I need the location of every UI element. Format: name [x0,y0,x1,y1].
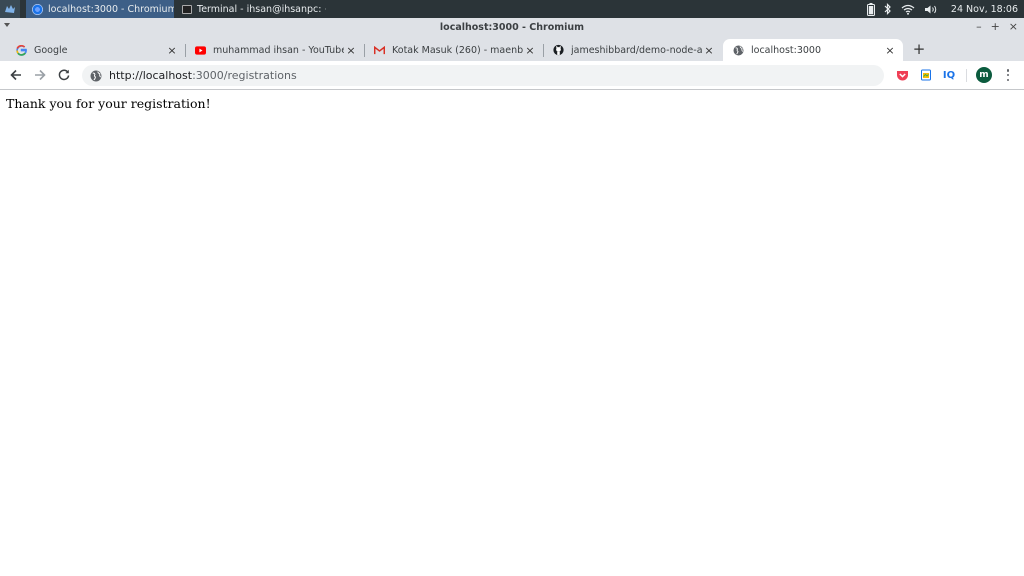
chromium-icon [32,3,43,15]
url-path: :3000/registrations [192,69,297,82]
extension-iq-button[interactable]: IQ [942,68,956,82]
registration-confirmation-text: Thank you for your registration! [6,96,211,111]
volume-icon[interactable] [924,4,938,15]
dot-icon [1006,73,1010,77]
bluetooth-icon[interactable] [884,3,892,15]
tab-close-button[interactable]: × [883,44,897,57]
close-window-button[interactable]: × [1009,20,1018,33]
maximize-button[interactable]: + [991,20,1000,33]
dot-icon [1006,78,1010,81]
browser-toolbar: http://localhost:3000/registrations IQ m [0,61,1024,90]
tab-title: muhammad ihsan - YouTube [213,44,344,56]
battery-icon[interactable] [866,2,875,16]
wifi-icon[interactable] [901,4,915,15]
address-bar[interactable]: http://localhost:3000/registrations [82,65,884,86]
clock[interactable]: 24 Nov, 18:06 [951,4,1018,15]
tab-close-button[interactable]: × [702,44,716,57]
youtube-icon [195,45,206,56]
tab-strip: Google × muhammad ihsan - YouTube × Kota… [0,37,1024,61]
window-controls: – + × [976,20,1018,33]
reload-button[interactable] [56,67,72,83]
taskbar-item-label: Terminal - ihsan@ihsanpc: ~... [197,3,326,15]
dot-icon [1006,69,1010,72]
notes-extension-icon [921,69,931,81]
tab-google[interactable]: Google × [0,39,185,61]
extension-keep-button[interactable] [919,68,933,82]
profile-avatar[interactable]: m [976,67,992,83]
tab-title: Kotak Masuk (260) - maenbos3 [392,44,523,56]
gmail-icon [374,45,385,56]
page-content: Thank you for your registration! [0,91,1024,576]
window-title: localhost:3000 - Chromium [439,22,585,33]
terminal-icon [182,4,192,14]
toolbar-separator [966,69,967,82]
taskbar-item-terminal[interactable]: Terminal - ihsan@ihsanpc: ~... [176,0,326,18]
github-icon [553,44,564,56]
tab-gmail[interactable]: Kotak Masuk (260) - maenbos3 × [365,39,543,61]
url-host: http://localhost [109,69,193,82]
window-titlebar[interactable]: localhost:3000 - Chromium – + × [0,18,1024,37]
extension-pocket-button[interactable] [895,68,909,82]
tab-close-button[interactable]: × [165,44,179,57]
globe-icon [733,45,744,56]
tab-close-button[interactable]: × [344,44,358,57]
back-button[interactable] [8,67,24,83]
new-tab-button[interactable]: + [911,40,927,58]
tab-close-button[interactable]: × [523,44,537,57]
url-text[interactable]: http://localhost:3000/registrations [109,69,297,82]
arrow-right-icon [35,69,46,81]
minimize-button[interactable]: – [976,20,982,33]
google-icon [16,44,27,56]
tab-title: localhost:3000 [751,44,822,56]
window-menu-icon[interactable] [4,23,10,27]
app-menu-button[interactable] [0,0,20,18]
browser-menu-button[interactable] [1003,68,1013,82]
tab-youtube[interactable]: muhammad ihsan - YouTube × [186,39,364,61]
system-panel: localhost:3000 - Chromium Terminal - ihs… [0,0,1024,18]
pocket-icon [896,70,908,80]
taskbar-item-chromium[interactable]: localhost:3000 - Chromium [26,0,174,18]
taskbar-item-label: localhost:3000 - Chromium [48,3,174,15]
tab-title: Google [34,44,68,56]
tab-github[interactable]: jameshibbard/demo-node-app × [544,39,722,61]
reload-icon [58,69,70,81]
app-menu-icon [5,5,15,13]
system-tray: 24 Nov, 18:06 [866,0,1024,18]
tab-title: jameshibbard/demo-node-app [571,44,702,56]
forward-button[interactable] [32,67,48,83]
site-info-icon[interactable] [90,70,102,82]
arrow-left-icon [10,69,21,81]
tab-localhost[interactable]: localhost:3000 × [723,39,903,61]
